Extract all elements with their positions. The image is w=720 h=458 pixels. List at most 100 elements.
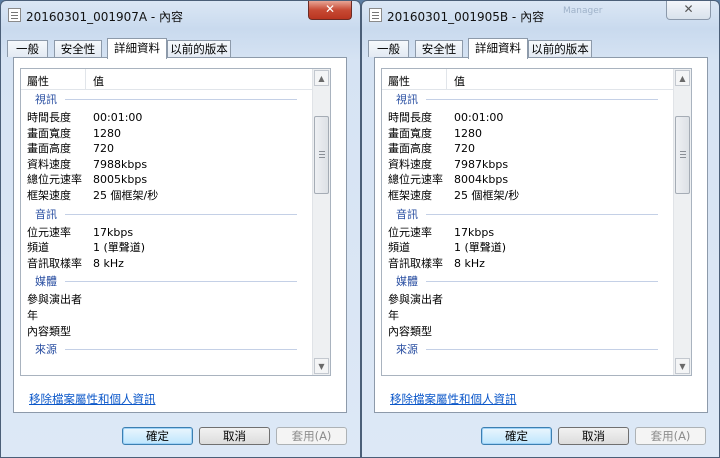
group-label: 視訊 (396, 93, 418, 106)
title-bar[interactable]: 20160301_001905B - 內容 Manager ✕ (362, 1, 719, 29)
property-row[interactable]: 總位元速率 8005kbps (21, 172, 313, 188)
property-row[interactable]: 內容類型 (382, 324, 674, 340)
property-label: 音訊取樣率 (27, 256, 82, 270)
document-icon (8, 8, 21, 22)
cancel-button[interactable]: 取消 (199, 427, 270, 445)
property-row[interactable]: 頻道 1 (單聲道) (21, 240, 313, 256)
arrow-down-icon: ▼ (679, 362, 686, 371)
property-row[interactable]: 畫面高度 720 (382, 141, 674, 157)
property-label: 內容類型 (27, 324, 71, 338)
column-divider[interactable] (85, 69, 86, 89)
close-button[interactable]: ✕ (308, 1, 352, 20)
tab-details[interactable]: 詳細資料 (107, 38, 167, 59)
property-row[interactable]: 年 (382, 308, 674, 324)
property-value: 17kbps (93, 225, 134, 239)
property-value: 00:01:00 (93, 111, 143, 124)
apply-button[interactable]: 套用(A) (635, 427, 706, 445)
tab-details[interactable]: 詳細資料 (468, 38, 528, 59)
property-row[interactable]: 年 (21, 308, 313, 324)
property-value: 8005kbps (93, 173, 148, 187)
property-label: 畫面高度 (27, 142, 71, 156)
property-row[interactable]: 框架速度 25 個框架/秒 (21, 188, 313, 204)
property-label: 頻道 (388, 241, 410, 255)
background-window-text: Manager (563, 6, 603, 16)
tab-previous-versions[interactable]: 以前的版本 (528, 40, 592, 57)
property-label: 參與演出者 (27, 293, 82, 307)
property-row[interactable]: 時間長度 00:01:00 (21, 110, 313, 126)
property-row[interactable]: 資料速度 7988kbps (21, 157, 313, 173)
close-icon: ✕ (683, 2, 694, 16)
group-divider (65, 281, 297, 283)
property-row[interactable]: 參與演出者 (382, 292, 674, 308)
tab-general[interactable]: 一般 (7, 40, 48, 57)
group-label: 視訊 (35, 93, 57, 106)
group-divider (65, 349, 297, 351)
remove-properties-link[interactable]: 移除檔案屬性和個人資訊 (390, 391, 517, 407)
property-row[interactable]: 參與演出者 (21, 292, 313, 308)
column-property[interactable]: 屬性 (388, 73, 410, 89)
property-label: 年 (27, 308, 38, 322)
property-value: 1 (單聲道) (454, 241, 507, 255)
property-row[interactable]: 內容類型 (21, 324, 313, 340)
column-property[interactable]: 屬性 (27, 73, 49, 89)
property-value: 25 個框架/秒 (454, 188, 520, 202)
scroll-thumb[interactable] (314, 116, 329, 194)
property-row[interactable]: 畫面寬度 1280 (382, 126, 674, 142)
apply-button[interactable]: 套用(A) (276, 427, 347, 445)
property-value: 8004kbps (454, 173, 509, 187)
close-button[interactable]: ✕ (666, 1, 711, 20)
tab-general[interactable]: 一般 (368, 40, 409, 57)
group-label: 媒體 (396, 275, 418, 289)
details-panel: 屬性 值 視訊 時間長度 00:01:00 畫面寬度 1280 畫面高度 720 資料… (13, 57, 347, 413)
group-divider (426, 99, 658, 100)
scroll-down-button[interactable]: ▼ (675, 358, 690, 374)
scroll-down-button[interactable]: ▼ (314, 358, 329, 374)
cancel-button[interactable]: 取消 (558, 427, 629, 445)
vertical-scrollbar[interactable]: ▲ ▼ (673, 69, 691, 375)
property-row[interactable]: 畫面寬度 1280 (21, 126, 313, 142)
column-value[interactable]: 值 (93, 73, 104, 89)
column-divider[interactable] (446, 69, 447, 89)
tab-security[interactable]: 安全性 (415, 40, 463, 57)
scroll-thumb[interactable] (675, 116, 690, 194)
arrow-down-icon: ▼ (318, 362, 325, 371)
property-row[interactable]: 音訊取樣率 8 kHz (21, 256, 313, 272)
vertical-scrollbar[interactable]: ▲ ▼ (312, 69, 330, 375)
property-row[interactable]: 時間長度 00:01:00 (382, 110, 674, 126)
scroll-up-button[interactable]: ▲ (314, 70, 329, 86)
property-list[interactable]: 屬性 值 視訊 時間長度 00:01:00 畫面寬度 1280 畫面高度 720 資料… (381, 68, 692, 376)
property-value: 720 (454, 142, 475, 156)
property-row[interactable]: 資料速度 7987kbps (382, 157, 674, 173)
property-label: 內容類型 (388, 324, 432, 338)
property-list[interactable]: 屬性 值 視訊 時間長度 00:01:00 畫面寬度 1280 畫面高度 720 資料… (20, 68, 331, 376)
group-label: 音訊 (396, 207, 418, 221)
property-row[interactable]: 位元速率 17kbps (382, 225, 674, 241)
group-divider (65, 213, 297, 215)
group-label: 音訊 (35, 207, 57, 221)
property-value: 7987kbps (454, 157, 509, 171)
ok-button[interactable]: 確定 (481, 427, 552, 445)
details-panel: 屬性 值 視訊 時間長度 00:01:00 畫面寬度 1280 畫面高度 720 資料… (374, 57, 708, 413)
property-value: 17kbps (454, 225, 495, 239)
property-row[interactable]: 框架速度 25 個框架/秒 (382, 188, 674, 204)
group-label: 媒體 (35, 275, 57, 289)
column-header: 屬性 值 (382, 69, 674, 90)
tab-previous-versions[interactable]: 以前的版本 (167, 40, 231, 57)
group-divider (426, 349, 658, 351)
property-row[interactable]: 頻道 1 (單聲道) (382, 240, 674, 256)
grip-icon (319, 151, 325, 152)
column-value[interactable]: 值 (454, 73, 465, 89)
remove-properties-link[interactable]: 移除檔案屬性和個人資訊 (29, 391, 156, 407)
arrow-up-icon: ▲ (318, 74, 325, 83)
title-bar[interactable]: 20160301_001907A - 內容 ✕ (1, 1, 360, 29)
ok-button[interactable]: 確定 (122, 427, 193, 445)
group-label: 來源 (396, 343, 418, 357)
property-label: 畫面高度 (388, 142, 432, 156)
property-row[interactable]: 音訊取樣率 8 kHz (382, 256, 674, 272)
property-row[interactable]: 位元速率 17kbps (21, 225, 313, 241)
tab-security[interactable]: 安全性 (54, 40, 102, 57)
group-header: 媒體 (382, 271, 674, 292)
property-row[interactable]: 畫面高度 720 (21, 141, 313, 157)
scroll-up-button[interactable]: ▲ (675, 70, 690, 86)
property-row[interactable]: 總位元速率 8004kbps (382, 172, 674, 188)
